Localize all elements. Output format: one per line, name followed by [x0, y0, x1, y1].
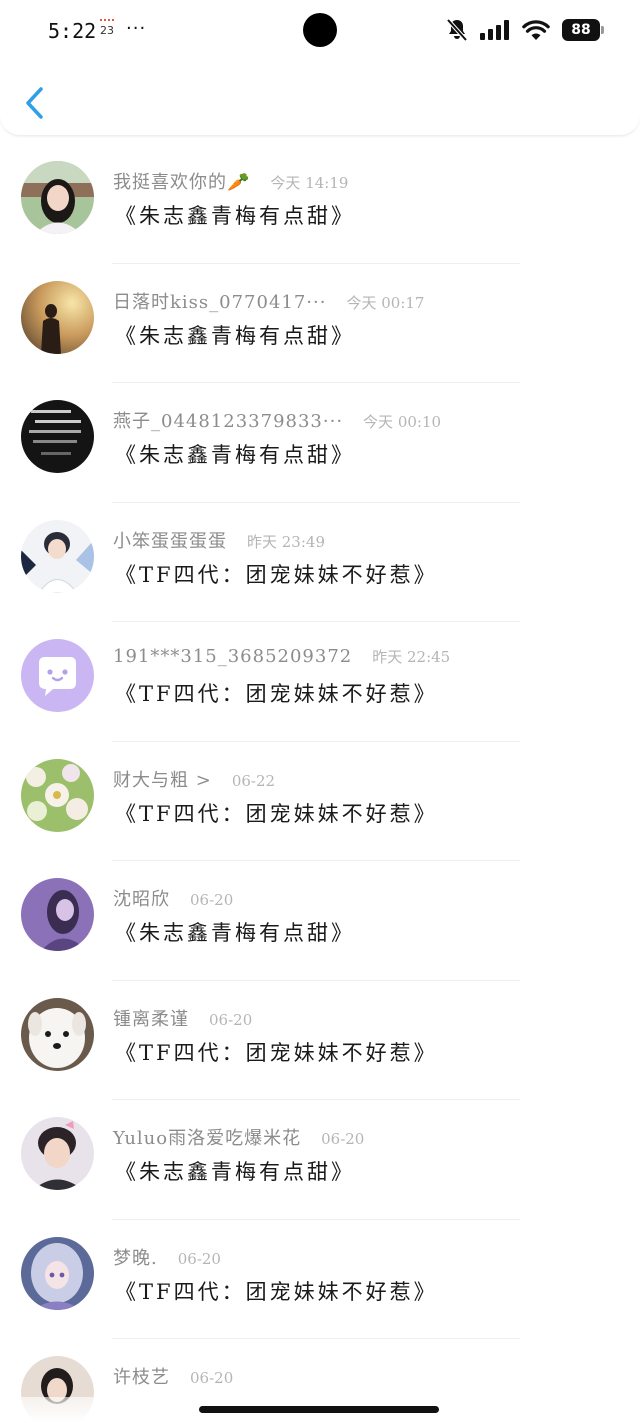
- avatar[interactable]: [21, 1236, 94, 1310]
- message-meta: 许枝艺 06-20: [113, 1363, 233, 1389]
- message-text: 《TF四代：团宠妹妹不好惹》: [115, 1040, 438, 1065]
- list-item[interactable]: Yuluo雨洛爱吃爆米花 06-20 《朱志鑫青梅有点甜》: [0, 1100, 640, 1220]
- sender-name[interactable]: 日落时kiss_0770417···: [113, 288, 326, 314]
- status-time: 5:22: [48, 19, 97, 43]
- home-indicator[interactable]: [199, 1406, 439, 1413]
- message-text: 《朱志鑫青梅有点甜》: [115, 921, 355, 945]
- sender-name[interactable]: 191***315_3685209372: [113, 646, 352, 667]
- sender-name[interactable]: 许枝艺: [113, 1363, 170, 1389]
- message-time: 今天 14:19: [270, 174, 349, 192]
- avatar[interactable]: [21, 997, 94, 1071]
- sender-name[interactable]: 梦晚.: [113, 1244, 158, 1270]
- message-time: 今天 00:10: [363, 413, 442, 431]
- list-item[interactable]: 日落时kiss_0770417··· 今天 00:17 《朱志鑫青梅有点甜》: [0, 264, 640, 384]
- message-meta: 日落时kiss_0770417··· 今天 00:17: [113, 288, 424, 314]
- avatar[interactable]: [21, 519, 94, 593]
- list-item[interactable]: 小笨蛋蛋蛋蛋 昨天 23:49 《TF四代：团宠妹妹不好惹》: [0, 503, 640, 623]
- avatar[interactable]: [21, 400, 94, 473]
- calendar-notification-icon: 23: [100, 19, 114, 37]
- status-bar: 5:22 23 ··· 88: [0, 0, 640, 64]
- sender-name[interactable]: 我挺喜欢你的🥕: [113, 168, 250, 194]
- list-item[interactable]: 燕子_0448123379833··· 今天 00:10 《朱志鑫青梅有点甜》: [0, 383, 640, 503]
- message-time: 06-20: [190, 1369, 234, 1387]
- sender-name[interactable]: 财大与粗 >: [113, 766, 212, 792]
- message-time: 06-20: [190, 891, 234, 909]
- message-time: 06-20: [177, 1249, 221, 1268]
- battery-indicator: 88: [562, 19, 604, 41]
- list-item[interactable]: 沈昭欣 06-20 《朱志鑫青梅有点甜》: [0, 861, 640, 981]
- message-text: 《朱志鑫青梅有点甜》: [115, 443, 355, 467]
- message-time: 06-20: [321, 1130, 365, 1148]
- message-meta: 梦晚. 06-20: [113, 1244, 221, 1270]
- sender-name[interactable]: 沈昭欣: [113, 885, 170, 911]
- message-time: 今天 00:17: [346, 293, 425, 312]
- message-text: 《朱志鑫青梅有点甜》: [115, 1160, 355, 1184]
- message-meta: 沈昭欣 06-20: [113, 885, 233, 911]
- message-meta: Yuluo雨洛爱吃爆米花 06-20: [113, 1124, 364, 1150]
- signal-icon: [480, 20, 509, 40]
- bell-muted-icon: [446, 18, 468, 42]
- list-item[interactable]: 财大与粗 > 06-22 《TF四代：团宠妹妹不好惹》: [0, 742, 640, 862]
- message-text: 《朱志鑫青梅有点甜》: [115, 204, 355, 228]
- message-text: 《TF四代：团宠妹妹不好惹》: [115, 801, 438, 826]
- message-text: 《TF四代：团宠妹妹不好惹》: [115, 682, 438, 706]
- list-item[interactable]: 锺离柔谨 06-20 《TF四代：团宠妹妹不好惹》: [0, 981, 640, 1101]
- message-meta: 燕子_0448123379833··· 今天 00:10: [113, 407, 441, 433]
- front-camera: [303, 13, 337, 47]
- sender-name[interactable]: Yuluo雨洛爱吃爆米花: [113, 1124, 301, 1150]
- message-text: 《TF四代：团宠妹妹不好惹》: [115, 562, 438, 587]
- list-item[interactable]: 191***315_3685209372 昨天 22:45 《TF四代：团宠妹妹…: [0, 622, 640, 742]
- message-text: 《TF四代：团宠妹妹不好惹》: [115, 1279, 438, 1304]
- avatar[interactable]: [21, 758, 94, 832]
- message-meta: 锺离柔谨 06-20: [113, 1005, 252, 1031]
- chevron-left-icon: [26, 87, 43, 119]
- message-meta: 191***315_3685209372 昨天 22:45: [113, 646, 450, 667]
- sender-name[interactable]: 燕子_0448123379833···: [113, 407, 343, 433]
- status-indicators: 88: [446, 18, 604, 42]
- message-time: 昨天 23:49: [247, 532, 325, 551]
- message-meta: 财大与粗 > 06-22: [113, 766, 275, 792]
- message-time: 06-20: [209, 1010, 253, 1029]
- sender-name[interactable]: 小笨蛋蛋蛋蛋: [113, 527, 227, 553]
- message-text: 《朱志鑫青梅有点甜》: [115, 323, 355, 348]
- message-meta: 我挺喜欢你的🥕 今天 14:19: [113, 168, 348, 194]
- avatar[interactable]: [21, 280, 94, 354]
- list-item[interactable]: 我挺喜欢你的🥕 今天 14:19 《朱志鑫青梅有点甜》: [0, 144, 640, 264]
- message-meta: 小笨蛋蛋蛋蛋 昨天 23:49: [113, 527, 325, 553]
- message-time: 06-22: [231, 771, 276, 790]
- sender-name[interactable]: 锺离柔谨: [113, 1005, 189, 1031]
- back-button[interactable]: [18, 84, 52, 122]
- avatar[interactable]: [21, 639, 94, 712]
- message-time: 昨天 22:45: [372, 648, 451, 666]
- message-list: 我挺喜欢你的🥕 今天 14:19 《朱志鑫青梅有点甜》 日落时kiss_0770…: [0, 144, 640, 1423]
- more-notifications-icon: ···: [126, 18, 147, 39]
- avatar[interactable]: [21, 1117, 94, 1190]
- avatar[interactable]: [21, 161, 94, 234]
- avatar[interactable]: [21, 878, 94, 951]
- list-item[interactable]: 梦晚. 06-20 《TF四代：团宠妹妹不好惹》: [0, 1220, 640, 1340]
- wifi-icon: [522, 20, 550, 40]
- top-nav-bar: [0, 64, 640, 136]
